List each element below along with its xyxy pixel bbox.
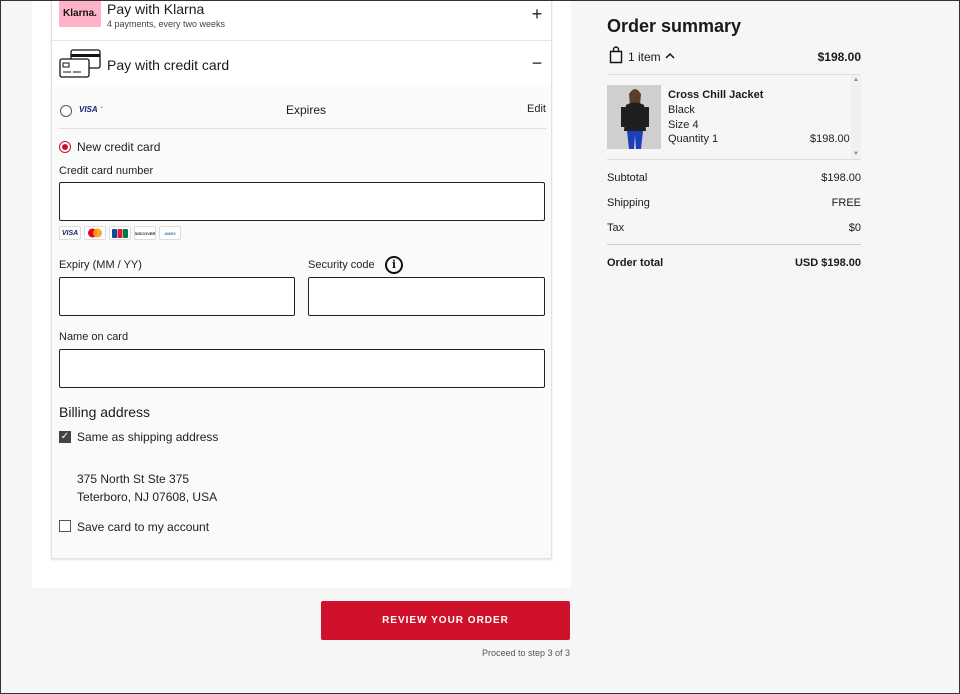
credit-card-collapse-icon[interactable]: − [529,54,545,72]
klarna-logo: Klarna. [59,0,101,27]
visa-logo-icon: VISA [59,226,81,240]
klarna-title: Pay with Klarna [107,1,205,17]
jcb-logo-icon [109,226,131,240]
credit-card-option[interactable]: Pay with credit card − [52,41,551,87]
order-summary-title: Order summary [607,16,742,36]
items-count: 1 item [628,50,661,64]
billing-address-title: Billing address [59,404,151,420]
tax-label: Tax [607,222,625,234]
review-order-button[interactable]: REVIEW YOUR ORDER [321,601,570,640]
new-card-radio[interactable] [59,141,71,153]
subtotal-value: $198.00 [821,172,861,184]
info-icon[interactable]: i [385,256,403,274]
klarna-expand-icon[interactable]: + [529,5,545,23]
shipping-value: FREE [831,197,861,209]
product-price: $198.00 [810,133,850,145]
discover-logo-icon: DISCOVER [134,226,156,240]
security-code-label: Security code [308,259,375,271]
items-price: $198.00 [817,50,861,64]
klarna-subtitle: 4 payments, every two weeks [107,19,226,29]
subtotal-row: Subtotal $198.00 [607,172,861,188]
new-card-label: New credit card [77,140,161,154]
mastercard-logo-icon [84,226,106,240]
save-card-label: Save card to my account [77,520,210,534]
cart-item: Cross Chill Jacket Black Size 4 Quantity… [607,74,861,160]
saved-card-expires-label: Expires [286,103,327,117]
same-as-shipping-label: Same as shipping address [77,430,219,444]
subtotal-label: Subtotal [607,172,648,184]
accepted-cards: VISA DISCOVER AMEX [59,226,181,240]
product-quantity: Quantity 1 [668,133,719,145]
shipping-row: Shipping FREE [607,197,861,213]
credit-card-icon [59,49,101,78]
credit-card-title: Pay with credit card [107,57,230,73]
amex-logo-icon: AMEX [159,226,181,240]
tax-row: Tax $0 [607,222,861,238]
name-on-card-input[interactable] [59,349,545,388]
expiry-input[interactable] [59,277,295,316]
edit-saved-card-link[interactable]: Edit [527,103,546,115]
product-name: Cross Chill Jacket [668,89,764,101]
save-card-checkbox[interactable] [59,520,71,532]
security-code-input[interactable] [308,277,545,316]
saved-card-brand: VISA [79,105,98,114]
items-toggle[interactable]: 1 item $198.00 [607,46,861,66]
item-scrollbar[interactable]: ▲ ▼ [851,75,861,159]
shopping-bag-icon [609,46,623,64]
shipping-label: Shipping [607,197,650,209]
summary-divider [607,244,861,245]
product-image [607,85,661,149]
saved-card-radio[interactable] [60,105,72,117]
same-as-shipping-checkbox[interactable]: ✓ [59,431,71,443]
product-size: Size 4 [668,119,699,131]
expiry-label: Expiry (MM / YY) [59,259,142,271]
name-on-card-label: Name on card [59,331,129,343]
tax-value: $0 [848,222,861,234]
product-color: Black [668,104,695,116]
proceed-step-text: Proceed to step 3 of 3 [482,648,571,658]
order-total-value: USD $198.00 [794,257,861,269]
chevron-up-icon [665,52,675,59]
order-total-label: Order total [607,257,664,269]
saved-card-row[interactable]: VISA · Expires Edit [59,97,546,129]
billing-address-line2: Teterboro, NJ 07608, USA [77,490,218,504]
billing-address-line1: 375 North St Ste 375 [77,472,190,486]
klarna-option[interactable]: Klarna. Pay with Klarna 4 payments, ever… [52,0,551,41]
card-number-label: Credit card number [59,165,154,177]
saved-card-number: · [100,102,104,113]
order-total-row: Order total USD $198.00 [607,257,861,273]
card-number-input[interactable] [59,182,545,221]
